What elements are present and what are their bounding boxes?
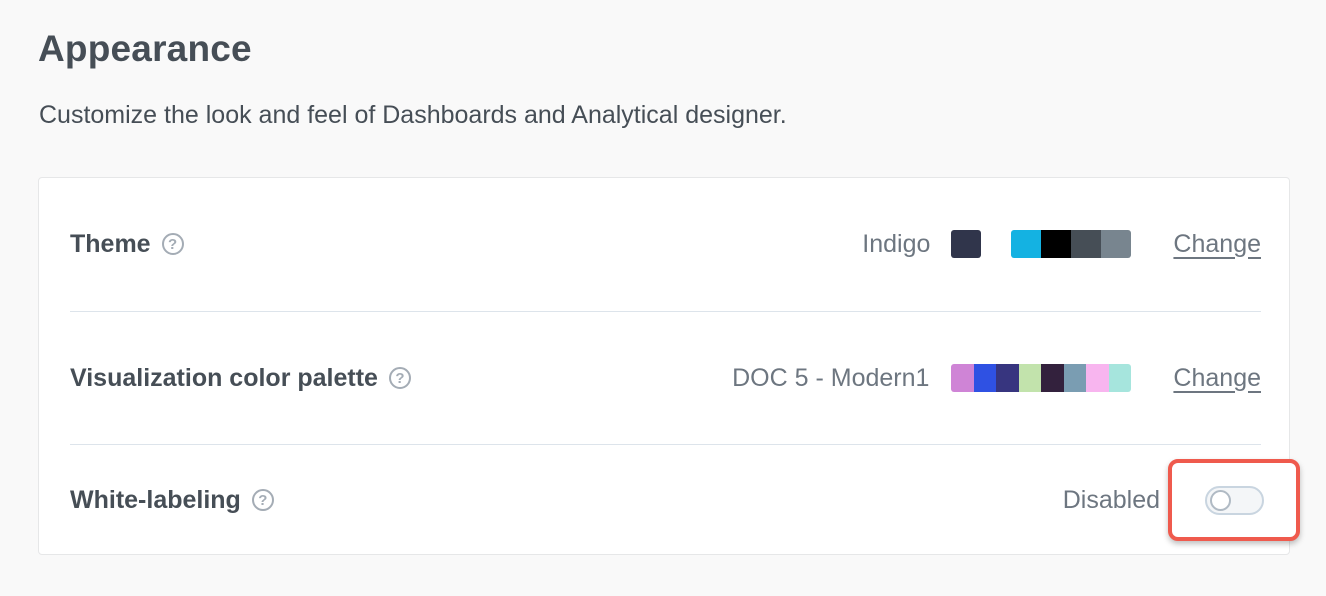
white-labeling-label-group: White-labeling ? xyxy=(70,486,274,515)
appearance-settings-card: Theme ? Indigo Change Visualization colo… xyxy=(38,177,1300,555)
theme-color-strip xyxy=(1011,230,1132,258)
theme-row: Theme ? Indigo Change xyxy=(70,212,1261,276)
theme-value-group: Indigo Change xyxy=(862,230,1261,259)
white-labeling-row: White-labeling ? Disabled xyxy=(70,459,1300,541)
theme-color-chip-2 xyxy=(1041,230,1072,258)
theme-primary-swatch xyxy=(951,230,982,258)
theme-color-chip-3 xyxy=(1071,230,1102,258)
divider xyxy=(70,311,1261,312)
page-title: Appearance xyxy=(38,28,252,69)
theme-label-group: Theme ? xyxy=(70,230,184,259)
palette-color-chip-7 xyxy=(1086,364,1109,392)
palette-color-chip-2 xyxy=(973,364,997,392)
theme-name: Indigo xyxy=(862,229,931,258)
question-circle-icon[interactable]: ? xyxy=(251,489,274,511)
palette-color-chip-4 xyxy=(1018,364,1042,392)
palette-row: Visualization color palette ? DOC 5 - Mo… xyxy=(70,346,1261,410)
page-subtitle: Customize the look and feel of Dashboard… xyxy=(39,101,787,129)
palette-label: Visualization color palette xyxy=(70,363,378,392)
palette-name: DOC 5 - Modern1 xyxy=(732,363,930,392)
white-labeling-toggle[interactable] xyxy=(1204,485,1264,515)
divider xyxy=(70,444,1261,445)
palette-label-group: Visualization color palette ? xyxy=(70,364,411,393)
palette-color-strip xyxy=(951,364,1132,392)
theme-color-chip-4 xyxy=(1101,230,1132,258)
white-labeling-value-group: Disabled xyxy=(1062,459,1300,541)
theme-label: Theme xyxy=(70,229,151,258)
palette-change-link[interactable]: Change xyxy=(1173,364,1261,393)
palette-color-chip-3 xyxy=(996,364,1019,392)
toggle-highlight-box xyxy=(1168,459,1300,541)
theme-change-link[interactable]: Change xyxy=(1173,230,1261,259)
toggle-knob xyxy=(1209,489,1231,511)
palette-color-chip-5 xyxy=(1041,364,1064,392)
palette-color-chip-6 xyxy=(1063,364,1087,392)
question-circle-icon[interactable]: ? xyxy=(388,367,411,389)
palette-color-chip-8 xyxy=(1108,364,1132,392)
palette-color-chip-1 xyxy=(951,364,974,392)
question-circle-icon[interactable]: ? xyxy=(161,233,184,255)
theme-color-chip-1 xyxy=(1011,230,1042,258)
white-labeling-label: White-labeling xyxy=(70,485,241,514)
palette-value-group: DOC 5 - Modern1 Change xyxy=(732,364,1261,393)
white-labeling-status: Disabled xyxy=(1062,485,1160,514)
